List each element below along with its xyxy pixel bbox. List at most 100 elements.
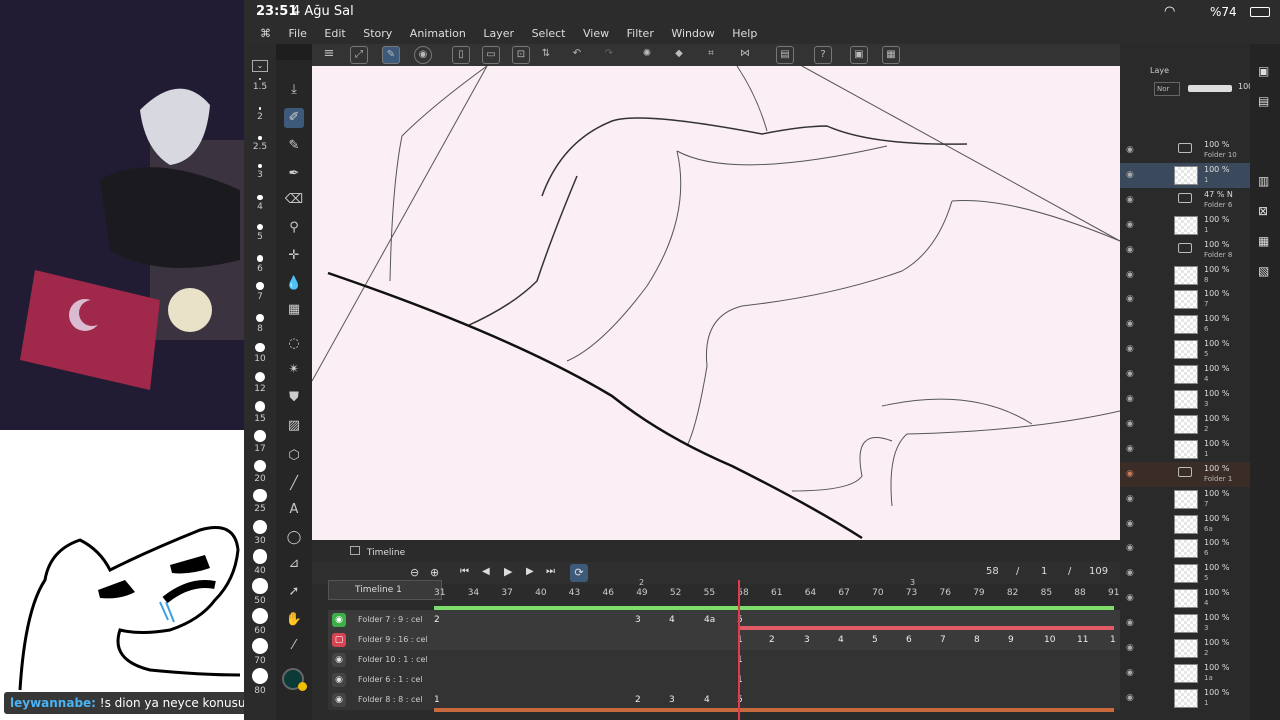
layer-row[interactable]: ◉ 100 % 1a: [1120, 661, 1260, 686]
layer-visibility-icon[interactable]: ◉: [1126, 294, 1134, 304]
zoom-in-icon[interactable]: ⊕: [430, 566, 439, 579]
balloon-icon[interactable]: ◯: [284, 528, 304, 548]
timeline-cel[interactable]: 4: [838, 630, 844, 650]
brush-size-dot[interactable]: [254, 430, 266, 442]
playhead[interactable]: [738, 580, 740, 720]
track-folder-6[interactable]: ◉ Folder 6 : 1 : cel 1: [328, 670, 1120, 690]
pencil-tool-icon[interactable]: ✎: [284, 136, 304, 156]
color-set-icon[interactable]: ▥: [1258, 174, 1269, 188]
arrow-down-icon[interactable]: ⤓: [284, 80, 304, 100]
brush-size-dot[interactable]: [252, 549, 268, 564]
layer-visibility-icon[interactable]: ◉: [1126, 369, 1134, 379]
ruler-icon[interactable]: ▤: [776, 46, 794, 64]
layer-row[interactable]: ◉ 100 % 1: [1120, 213, 1260, 238]
layer-row[interactable]: ◉ 100 % 3: [1120, 387, 1260, 412]
open-folder-icon[interactable]: ▭: [482, 46, 500, 64]
timeline-cel[interactable]: 2: [769, 630, 775, 650]
timeline-cel[interactable]: 1: [1110, 630, 1116, 650]
eyedropper-icon[interactable]: ⁄: [284, 636, 304, 656]
layer-row[interactable]: ◉ 100 % 6: [1120, 312, 1260, 337]
zoom-out-icon[interactable]: ⊖: [410, 566, 419, 579]
material-icon[interactable]: ▧: [1258, 264, 1269, 278]
layer-visibility-icon[interactable]: ◉: [1126, 195, 1134, 205]
figure-icon[interactable]: ⬡: [284, 446, 304, 466]
layer-row[interactable]: ◉ 100 % 5: [1120, 337, 1260, 362]
layer-row[interactable]: ◉ 100 % 3: [1120, 611, 1260, 636]
drawing-canvas[interactable]: [312, 66, 1120, 540]
timeline-cel[interactable]: 3: [669, 690, 675, 710]
edit-pen-icon[interactable]: ✎: [382, 46, 400, 64]
timeline-cel[interactable]: 10: [1044, 630, 1055, 650]
layer-row[interactable]: ◉ 100 % 5: [1120, 561, 1260, 586]
layer-visibility-icon[interactable]: ◉: [1126, 494, 1134, 504]
layer-visibility-icon[interactable]: ◉: [1126, 419, 1134, 429]
layer-tab[interactable]: Laye: [1150, 66, 1169, 75]
gradient-icon[interactable]: ▨: [284, 416, 304, 436]
play-icon[interactable]: ▶: [504, 565, 512, 578]
track-folder-10[interactable]: ◉ Folder 10 : 1 : cel 1: [328, 650, 1120, 670]
layer-row[interactable]: ◉ 100 % Folder 10: [1120, 138, 1260, 163]
layer-row[interactable]: ◉ 100 % 2: [1120, 412, 1260, 437]
brush-settings-icon[interactable]: ▤: [1258, 94, 1269, 108]
layer-visibility-icon[interactable]: ◉: [1126, 319, 1134, 329]
layer-row[interactable]: ◉ 100 % 8: [1120, 263, 1260, 288]
timeline-cel[interactable]: 6: [906, 630, 912, 650]
bucket-icon[interactable]: ⛊: [284, 388, 304, 408]
layer-visibility-icon[interactable]: ◉: [1126, 245, 1134, 255]
layer-visibility-icon[interactable]: ◉: [1126, 668, 1134, 678]
pen-tool-icon[interactable]: ✐: [284, 108, 304, 128]
brush-size-dot[interactable]: [257, 163, 263, 168]
line-tool-icon[interactable]: ╱: [284, 474, 304, 494]
layer-visibility-icon[interactable]: ◉: [1126, 643, 1134, 653]
brush-size-dot[interactable]: [252, 578, 268, 594]
menu-edit[interactable]: Edit: [324, 24, 345, 44]
menu-select[interactable]: Select: [532, 24, 566, 44]
navigator-icon[interactable]: ▣: [1258, 64, 1269, 78]
opacity-slider[interactable]: [1188, 85, 1232, 92]
brush-size-dot[interactable]: [255, 313, 265, 322]
menu-animation[interactable]: Animation: [410, 24, 466, 44]
layer-visibility-icon[interactable]: ◉: [1126, 270, 1134, 280]
first-frame-icon[interactable]: ⏮: [460, 566, 469, 577]
layer-visibility-icon[interactable]: ◉: [1126, 170, 1134, 180]
layer-visibility-icon[interactable]: ◉: [1126, 145, 1134, 155]
export-icon[interactable]: ⇅: [537, 46, 555, 64]
last-frame-icon[interactable]: ⏭: [546, 566, 555, 577]
layer-row[interactable]: ◉ 100 % 7: [1120, 287, 1260, 312]
lasso-icon[interactable]: ◌: [284, 334, 304, 354]
brush-size-dot[interactable]: [252, 608, 268, 624]
brush-palette-menu-icon[interactable]: ⌄: [252, 60, 268, 72]
eye-icon[interactable]: ◉: [332, 673, 346, 687]
timeline-cel[interactable]: 4: [704, 690, 710, 710]
brush-size-dot[interactable]: [254, 401, 266, 412]
menu-help[interactable]: Help: [732, 24, 757, 44]
frame-ruler[interactable]: 31 34 37 40 43 46 49 52 55 58 61 64 67 70 73 76 79 82 85 88…: [434, 578, 1120, 600]
timeline-name-select[interactable]: Timeline 1: [328, 580, 442, 600]
timeline-cel[interactable]: 2: [434, 610, 440, 630]
help-icon[interactable]: ?: [814, 46, 832, 64]
prev-frame-icon[interactable]: ◀: [482, 566, 490, 577]
transform-icon[interactable]: ⤢: [350, 46, 368, 64]
layer-row[interactable]: ◉ 100 % 1: [1120, 162, 1260, 188]
text-tool-icon[interactable]: A: [284, 500, 304, 520]
eye-icon[interactable]: ◉: [332, 613, 346, 627]
history-icon[interactable]: ⊠: [1258, 204, 1268, 218]
layer-row[interactable]: ◉ 100 % 1: [1120, 437, 1260, 462]
layer-row[interactable]: ◉ 100 % 4: [1120, 362, 1260, 387]
redo-icon[interactable]: ↷: [600, 46, 618, 64]
timeline-cel[interactable]: 4a: [704, 610, 715, 630]
layer-row[interactable]: ◉ 100 % Folder 1: [1120, 461, 1260, 487]
layer-visibility-icon[interactable]: ◉: [1126, 444, 1134, 454]
brush-size-dot[interactable]: [257, 224, 263, 230]
eye-icon[interactable]: ◉: [332, 693, 346, 707]
move-tool-icon[interactable]: ✛: [284, 246, 304, 266]
brush-size-dot[interactable]: [259, 78, 261, 80]
hand-tool-icon[interactable]: ✋: [284, 610, 304, 630]
menu-file[interactable]: File: [289, 24, 307, 44]
fill-icon[interactable]: ◆: [670, 46, 688, 64]
brush-size-dot[interactable]: [253, 520, 267, 534]
blend-tool-icon[interactable]: ⚲: [284, 218, 304, 238]
undo-icon[interactable]: ↶: [568, 46, 586, 64]
timeline-cel[interactable]: 2: [635, 690, 641, 710]
save-icon[interactable]: ⊡: [512, 46, 530, 64]
